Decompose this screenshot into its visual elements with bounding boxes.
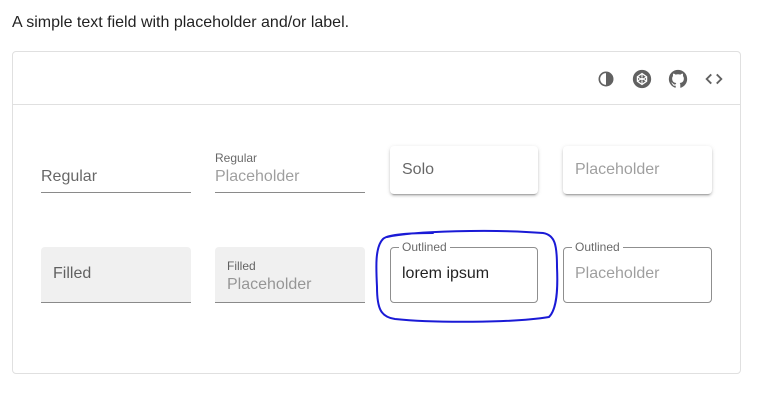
outlined-field-value: lorem ipsum bbox=[402, 265, 490, 282]
example-description: A simple text field with placeholder and… bbox=[12, 14, 350, 31]
filled-placeholder-text-field[interactable]: Filled Placeholder bbox=[215, 247, 365, 303]
solo-field-label: Solo bbox=[402, 161, 435, 178]
github-icon bbox=[668, 69, 688, 88]
solo-text-field[interactable]: Solo bbox=[390, 146, 538, 194]
outlined-placeholder-text-field[interactable]: Outlined Placeholder bbox=[563, 240, 712, 303]
outlined-text-field[interactable]: Outlined lorem ipsum bbox=[390, 240, 538, 303]
filled-field-label: Filled bbox=[227, 259, 256, 273]
codepen-icon bbox=[632, 69, 652, 89]
outlined-field-placeholder: Placeholder bbox=[575, 265, 660, 282]
example-toolbar bbox=[13, 52, 740, 105]
filled-field-placeholder: Placeholder bbox=[227, 276, 312, 293]
filled-field-label: Filled bbox=[53, 265, 92, 282]
invert-colors-icon bbox=[598, 71, 614, 87]
github-button[interactable] bbox=[666, 67, 690, 91]
codepen-button[interactable] bbox=[630, 67, 654, 91]
code-icon bbox=[705, 73, 723, 85]
example-card: Regular Regular Placeholder Solo Placeho… bbox=[12, 51, 741, 374]
solo-placeholder-text-field[interactable]: Placeholder bbox=[563, 146, 712, 194]
outlined-field-label: Outlined bbox=[572, 240, 623, 254]
invert-colors-button[interactable] bbox=[594, 67, 618, 91]
regular-field-label: Regular bbox=[41, 168, 98, 185]
regular-text-field[interactable]: Regular bbox=[41, 145, 191, 193]
regular-placeholder-text-field[interactable]: Regular Placeholder bbox=[215, 145, 365, 193]
outlined-field-label: Outlined bbox=[399, 240, 450, 254]
regular-field-placeholder: Placeholder bbox=[215, 168, 300, 185]
solo-field-placeholder: Placeholder bbox=[575, 161, 660, 178]
regular-field-label: Regular bbox=[215, 151, 258, 165]
filled-text-field[interactable]: Filled bbox=[41, 247, 191, 303]
view-source-button[interactable] bbox=[702, 67, 726, 91]
